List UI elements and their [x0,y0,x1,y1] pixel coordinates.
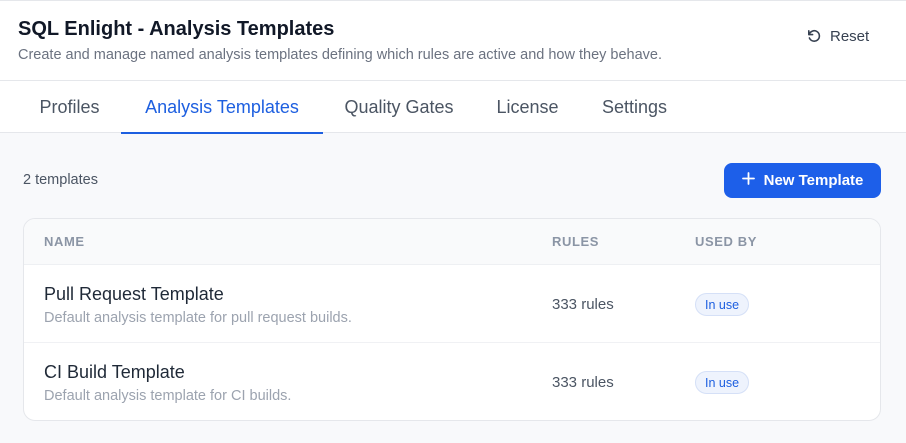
new-template-label: New Template [763,172,864,189]
table-row[interactable]: CI Build Template Default analysis templ… [24,343,880,420]
tab-quality-gates[interactable]: Quality Gates [323,81,475,133]
in-use-badge: In use [695,293,750,316]
template-count: 2 templates [23,172,98,188]
templates-table: NAME RULES USED BY Pull Request Template… [23,218,881,421]
tab-settings[interactable]: Settings [580,81,689,133]
rules-count: 333 rules [552,374,614,391]
tab-license[interactable]: License [475,81,580,133]
plus-icon [741,172,755,189]
column-header-used-by: USED BY [695,234,757,249]
reset-button[interactable]: Reset [796,21,879,51]
in-use-badge: In use [695,371,750,394]
template-description: Default analysis template for CI builds. [44,388,292,404]
column-header-name: NAME [44,234,85,249]
page-header: SQL Enlight - Analysis Templates Create … [0,0,906,81]
tab-analysis-templates[interactable]: Analysis Templates [121,81,323,134]
rules-count: 333 rules [552,296,614,313]
reset-label: Reset [830,27,870,45]
column-header-rules: RULES [552,234,600,249]
template-name: Pull Request Template [44,284,224,304]
new-template-button[interactable]: New Template [724,163,881,198]
reset-icon [806,28,822,44]
template-description: Default analysis template for pull reque… [44,310,352,326]
page-title: SQL Enlight - Analysis Templates [18,18,335,40]
table-header: NAME RULES USED BY [24,219,880,265]
page-subtitle: Create and manage named analysis templat… [18,47,663,63]
table-row[interactable]: Pull Request Template Default analysis t… [24,265,880,343]
template-name: CI Build Template [44,362,185,382]
tab-bar: Profiles Analysis Templates Quality Gate… [0,81,906,134]
tab-profiles[interactable]: Profiles [18,81,121,133]
